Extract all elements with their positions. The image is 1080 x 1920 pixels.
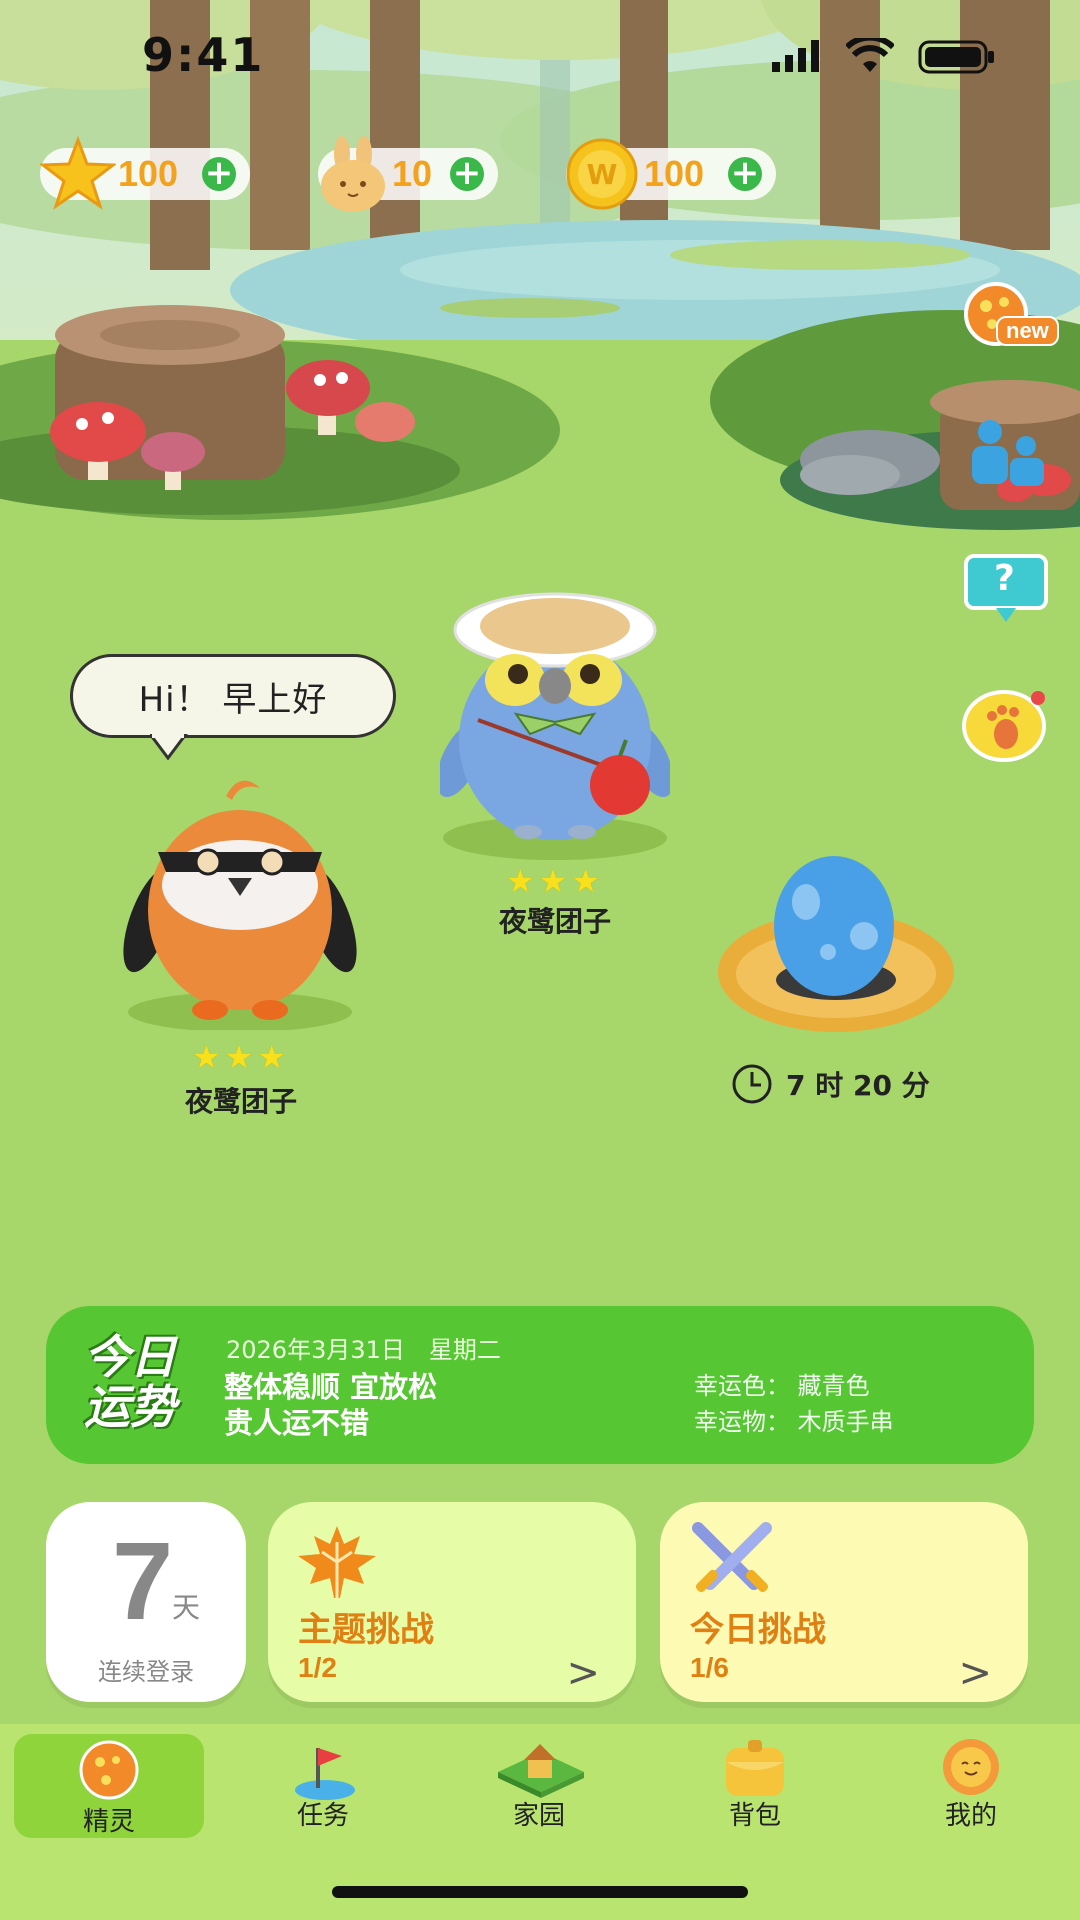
add-star-button[interactable]: + bbox=[202, 156, 236, 191]
chevron-right-icon: > bbox=[566, 1650, 600, 1696]
nav-label: 背包 bbox=[728, 1801, 781, 1831]
nav-label: 家园 bbox=[512, 1801, 565, 1831]
orange-bird-pet[interactable] bbox=[110, 760, 370, 1030]
spotted-egg-icon bbox=[79, 1740, 139, 1800]
theme-challenge-card[interactable]: 主题挑战 1/2 > bbox=[268, 1502, 636, 1702]
add-gold-coin-button[interactable]: + bbox=[728, 156, 762, 191]
new-badge: new bbox=[996, 316, 1059, 346]
footprint-icon bbox=[962, 690, 1046, 762]
fortune-date: 2026年3月31日 星期二 bbox=[226, 1336, 501, 1364]
blue-owl-pet[interactable] bbox=[440, 590, 670, 860]
daily-fortune-card[interactable]: 今日 运势 2026年3月31日 星期二 整体稳顺 宜放松 贵人运不错 幸运色：… bbox=[46, 1306, 1034, 1464]
theme-challenge-progress: 1/2 bbox=[298, 1652, 337, 1683]
lucky-item-value: 木质手串 bbox=[797, 1408, 894, 1436]
new-pet-button[interactable]: new bbox=[962, 280, 1059, 352]
lucky-color-value: 藏青色 bbox=[797, 1372, 870, 1400]
wifi-icon bbox=[846, 38, 894, 72]
rabbit-currency[interactable]: 10 + bbox=[318, 136, 498, 212]
nav-tab-me[interactable]: 我的 bbox=[876, 1724, 1066, 1854]
battery-icon bbox=[918, 40, 994, 74]
blue-owl-name: 夜鹭团子 bbox=[498, 905, 611, 938]
add-rabbit-button[interactable]: + bbox=[450, 156, 484, 191]
chevron-right-icon: > bbox=[958, 1650, 992, 1696]
flag-icon bbox=[295, 1748, 355, 1800]
fortune-badge: 今日 运势 bbox=[84, 1332, 234, 1442]
nav-label: 精灵 bbox=[82, 1807, 135, 1837]
help-button[interactable]: ? bbox=[962, 552, 1050, 624]
egg-timer-text: 7 时 20 分 bbox=[786, 1069, 930, 1102]
egg-in-nest[interactable] bbox=[716, 852, 956, 1052]
fortune-badge-line2: 运势 bbox=[84, 1380, 176, 1434]
blue-owl-stars: ★★★ bbox=[505, 862, 605, 900]
sun-face-icon bbox=[943, 1739, 999, 1795]
nav-tab-home[interactable]: 家园 bbox=[444, 1724, 634, 1854]
lucky-item-row: 幸运物： 木质手串 bbox=[694, 1402, 894, 1437]
nav-label: 我的 bbox=[944, 1801, 997, 1831]
gold-coin-currency[interactable]: W 100 + bbox=[566, 138, 776, 210]
orange-bird-stars: ★★★ bbox=[191, 1038, 291, 1076]
house-icon bbox=[498, 1744, 584, 1798]
speech-bubble-tail bbox=[150, 734, 188, 760]
nav-tab-bag[interactable]: 背包 bbox=[660, 1724, 850, 1854]
lucky-color-row: 幸运色： 藏青色 bbox=[694, 1366, 870, 1401]
star-currency[interactable]: 100 + bbox=[40, 136, 250, 210]
friends-button[interactable] bbox=[962, 418, 1050, 490]
star-count: 100 bbox=[118, 153, 179, 194]
coin-letter: W bbox=[587, 158, 618, 191]
backpack-icon bbox=[726, 1740, 784, 1796]
help-mark: ? bbox=[994, 558, 1015, 599]
star-icon bbox=[40, 136, 116, 210]
nav-tab-tasks[interactable]: 任务 bbox=[228, 1724, 418, 1854]
nav-label: 任务 bbox=[296, 1801, 349, 1831]
fortune-badge-line1: 今日 bbox=[84, 1330, 176, 1384]
gold-coin-count: 100 bbox=[644, 153, 705, 194]
egg-timer: 7 时 20 分 bbox=[730, 1062, 930, 1106]
login-label: 连续登录 bbox=[98, 1658, 194, 1686]
today-challenge-card[interactable]: 今日挑战 1/6 > bbox=[660, 1502, 1028, 1702]
status-time: 9:41 bbox=[142, 28, 265, 82]
login-streak-card[interactable]: 7 天 连续登录 bbox=[46, 1502, 246, 1702]
clock-icon bbox=[732, 1064, 772, 1104]
footprint-button[interactable] bbox=[962, 686, 1050, 762]
gold-coin-icon: W bbox=[566, 138, 638, 210]
login-days: 7 bbox=[112, 1520, 174, 1643]
theme-challenge-title: 主题挑战 bbox=[298, 1610, 434, 1650]
friends-icon bbox=[972, 420, 1044, 486]
today-challenge-title: 今日挑战 bbox=[690, 1610, 826, 1650]
nav-tab-spirits[interactable]: 精灵 bbox=[14, 1734, 204, 1838]
rabbit-coin-icon bbox=[321, 136, 385, 212]
lucky-color-label: 幸运色： bbox=[694, 1372, 790, 1400]
maple-leaf-icon bbox=[298, 1526, 376, 1598]
signal-icon bbox=[772, 40, 819, 72]
orange-bird-name: 夜鹭团子 bbox=[184, 1085, 297, 1118]
crossed-swords-icon bbox=[692, 1522, 772, 1593]
today-challenge-progress: 1/6 bbox=[690, 1652, 729, 1683]
fortune-summary-2: 贵人运不错 bbox=[224, 1406, 370, 1440]
speech-bubble: Hi！ 早上好 bbox=[70, 654, 396, 738]
home-indicator bbox=[332, 1886, 748, 1898]
login-days-unit: 天 bbox=[172, 1591, 201, 1624]
rabbit-count: 10 bbox=[392, 153, 433, 194]
lucky-item-label: 幸运物： bbox=[694, 1408, 790, 1436]
